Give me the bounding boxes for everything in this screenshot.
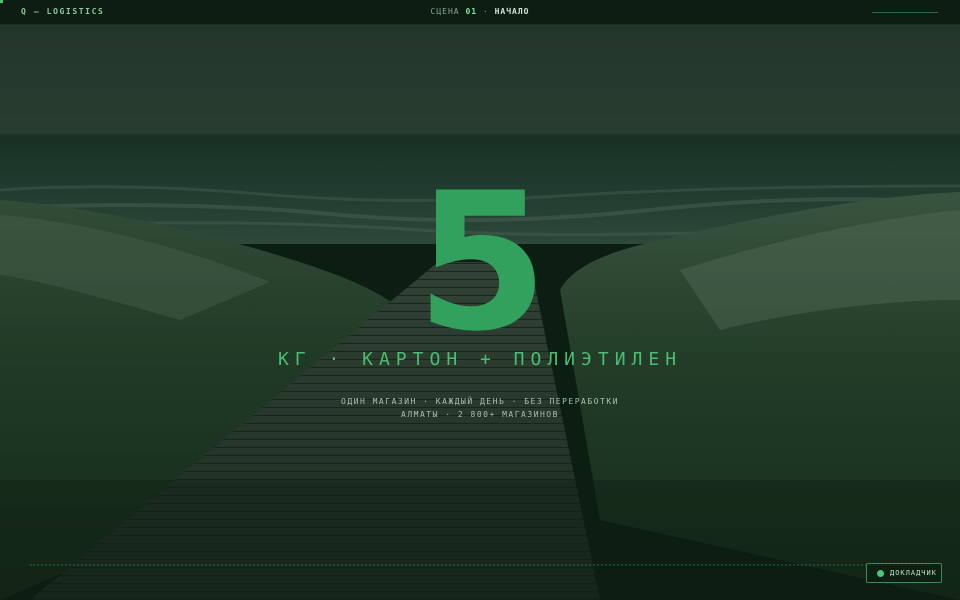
corner-marker bbox=[0, 0, 3, 3]
speaker-button-label: ДОКЛАДЧИК bbox=[890, 569, 937, 577]
status-dot-icon bbox=[877, 569, 884, 577]
slide-stage: Q — LOGISTICS СЦЕНА 01 · НАЧАЛО 5 КГ · К… bbox=[0, 0, 960, 600]
progress-indicator bbox=[872, 12, 938, 13]
hero-headline: КГ · КАРТОН + ПОЛИЭТИЛЕН bbox=[277, 349, 683, 370]
scene-indicator: СЦЕНА 01 · НАЧАЛО bbox=[0, 7, 960, 16]
timeline-divider bbox=[30, 564, 930, 566]
scene-prefix: СЦЕНА bbox=[430, 7, 460, 16]
scene-number: 01 bbox=[465, 7, 478, 16]
hero-subtitle-2: АЛМАТЫ · 2 800+ МАГАЗИНОВ bbox=[401, 410, 559, 419]
scene-separator: · bbox=[482, 7, 489, 16]
speaker-button[interactable]: ДОКЛАДЧИК bbox=[866, 563, 942, 583]
hero-number: 5 bbox=[415, 152, 548, 373]
top-bar: Q — LOGISTICS СЦЕНА 01 · НАЧАЛО bbox=[0, 0, 960, 25]
scene-name: НАЧАЛО bbox=[494, 7, 530, 16]
hero-subtitle-1: ОДИН МАГАЗИН · КАЖДЫЙ ДЕНЬ · БЕЗ ПЕРЕРАБ… bbox=[341, 397, 619, 406]
